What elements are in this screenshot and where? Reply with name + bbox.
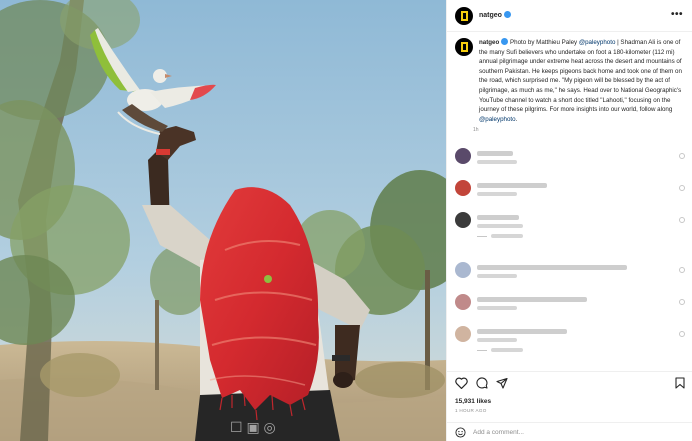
comment-like-icon[interactable] (679, 331, 685, 337)
comment-text-blurred (477, 329, 567, 334)
share-icon[interactable] (496, 377, 508, 389)
comment-item[interactable] (455, 180, 689, 206)
comment-meta-blurred (477, 338, 517, 342)
emoji-icon[interactable] (455, 427, 466, 438)
view-replies-blurred[interactable] (477, 348, 523, 352)
comment-like-icon[interactable] (679, 299, 685, 305)
caption-timestamp[interactable]: 1h (473, 127, 687, 133)
view-replies-blurred[interactable] (477, 234, 523, 238)
post-caption: natgeo Photo by Matthieu Paley @paleypho… (455, 37, 687, 133)
caption-avatar[interactable] (455, 38, 473, 56)
commenter-avatar[interactable] (455, 294, 471, 310)
commenter-avatar[interactable] (455, 148, 471, 164)
post-time-ago[interactable]: 1 HOUR AGO (455, 408, 487, 413)
caption-segment-4: . (515, 115, 518, 123)
comment-icon[interactable] (476, 377, 488, 389)
comment-like-icon[interactable] (679, 267, 685, 273)
comment-meta-blurred (477, 160, 517, 164)
natgeo-logo-icon (460, 42, 468, 52)
comment-text-blurred (477, 265, 627, 270)
comment-text-blurred (477, 183, 547, 188)
comment-text-blurred (477, 151, 513, 156)
comment-text-blurred (477, 215, 519, 220)
comment-like-icon[interactable] (679, 217, 685, 223)
comment-like-icon[interactable] (679, 185, 685, 191)
comment-input[interactable] (473, 429, 653, 436)
post-header: natgeo ••• (447, 0, 692, 32)
comment-meta-blurred (477, 306, 517, 310)
comment-meta-blurred (477, 224, 523, 228)
heart-icon[interactable] (455, 377, 468, 389)
caption-username[interactable]: natgeo (479, 39, 499, 46)
commenter-avatar[interactable] (455, 212, 471, 228)
comment-item[interactable] (455, 326, 689, 352)
caption-text: natgeo Photo by Matthieu Paley @paleypho… (479, 37, 687, 124)
svg-text:☐ ▣ ◎: ☐ ▣ ◎ (230, 419, 276, 435)
comment-item[interactable] (455, 148, 689, 174)
comment-item[interactable] (455, 212, 689, 238)
post-photo[interactable]: ☐ ▣ ◎ (0, 0, 446, 441)
post-details-panel: natgeo ••• natgeo Photo by Matthieu Pale… (446, 0, 692, 441)
comment-meta-blurred (477, 274, 517, 278)
natgeo-avatar[interactable] (455, 6, 473, 25)
comment-meta-blurred (477, 192, 517, 196)
bookmark-icon[interactable] (675, 377, 685, 389)
like-count[interactable]: 15,931 likes (455, 398, 491, 405)
commenter-avatar[interactable] (455, 180, 471, 196)
caption-segment-2: | Shadman Ali is one of the many Sufi be… (479, 39, 682, 114)
post-actions: 15,931 likes 1 HOUR AGO (447, 371, 692, 441)
verified-badge-icon (503, 11, 511, 18)
commenter-avatar[interactable] (455, 262, 471, 278)
comment-item[interactable] (455, 294, 689, 320)
comment-like-icon[interactable] (679, 153, 685, 159)
commenter-avatar[interactable] (455, 326, 471, 342)
add-comment-bar (447, 422, 692, 441)
comment-text-blurred (477, 297, 587, 302)
action-icons (455, 377, 508, 389)
more-options-icon[interactable]: ••• (671, 9, 683, 20)
caption-mention-link[interactable]: @paleyphoto (479, 116, 516, 123)
verified-badge-icon (501, 37, 509, 45)
caption-mention-link[interactable]: @paleyphoto (579, 39, 616, 46)
caption-segment-0: Photo by Matthieu Paley (510, 39, 579, 46)
comment-item[interactable] (455, 262, 689, 288)
natgeo-logo-icon (460, 10, 468, 21)
header-username[interactable]: natgeo (479, 12, 502, 19)
pilgrim-with-pigeon-image: ☐ ▣ ◎ (0, 0, 446, 441)
